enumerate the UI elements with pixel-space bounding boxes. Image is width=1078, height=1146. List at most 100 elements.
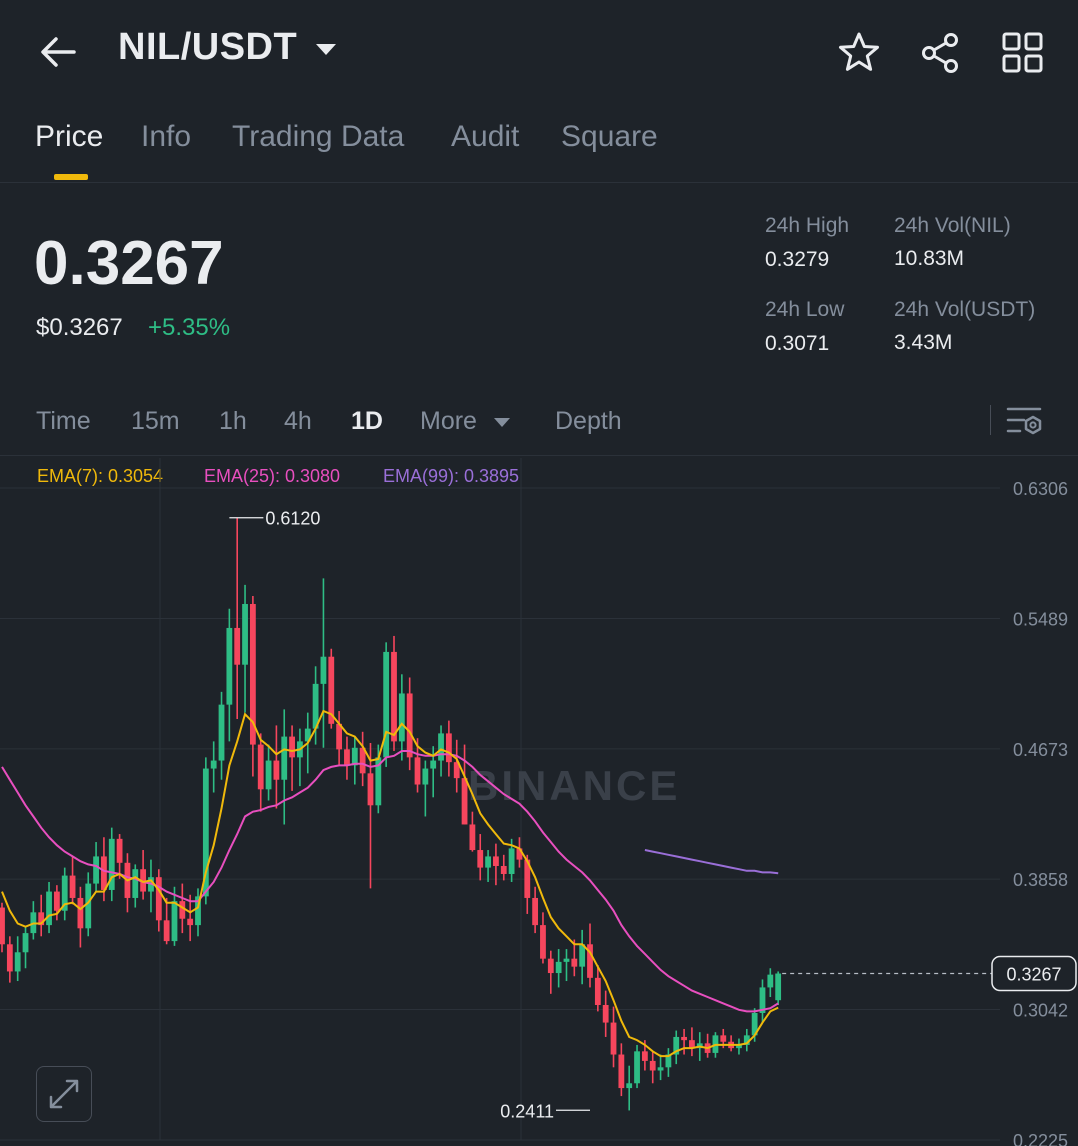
back-arrow-icon[interactable] bbox=[36, 30, 80, 74]
candle-body bbox=[218, 704, 225, 761]
candle-body bbox=[493, 856, 499, 867]
candle-body bbox=[391, 651, 397, 742]
expand-button[interactable] bbox=[36, 1066, 92, 1122]
candle-body bbox=[53, 891, 60, 911]
ema99-line bbox=[644, 849, 779, 875]
y-tick-label: 0.3042 bbox=[1013, 1000, 1068, 1020]
candle-body bbox=[242, 603, 248, 665]
candle-body bbox=[85, 883, 92, 929]
candle-body bbox=[179, 901, 186, 919]
share-icon[interactable] bbox=[918, 30, 964, 76]
candle-body bbox=[367, 773, 374, 806]
tab-trading-data[interactable]: Trading Data bbox=[232, 120, 404, 154]
pair-dropdown-icon[interactable] bbox=[316, 44, 336, 55]
current-price-label: 0.3267 bbox=[1006, 965, 1061, 985]
tab-bar: Price Info Trading Data Audit Square bbox=[0, 104, 1078, 183]
grid-icon[interactable] bbox=[1000, 30, 1046, 76]
candle-body bbox=[265, 760, 272, 790]
candle-body bbox=[657, 1067, 664, 1071]
y-tick-label: 0.6306 bbox=[1013, 479, 1068, 499]
candle-body bbox=[93, 856, 99, 884]
candle-body bbox=[571, 958, 578, 967]
vol-base-label: 24h Vol(NIL) bbox=[894, 214, 1011, 237]
low-value: 0.3071 bbox=[765, 332, 830, 355]
candle-body bbox=[69, 875, 76, 898]
candle-body bbox=[775, 973, 782, 1001]
vol-quote-value: 3.43M bbox=[894, 331, 953, 354]
candle-body bbox=[0, 907, 5, 945]
candle-body bbox=[540, 925, 546, 959]
interval-1h[interactable]: 1h bbox=[219, 407, 247, 436]
candle-body bbox=[155, 877, 162, 921]
candle-body bbox=[445, 733, 452, 763]
candle-body bbox=[132, 869, 139, 898]
top-bar: NIL/USDT bbox=[0, 0, 1078, 104]
candle-body bbox=[289, 736, 295, 758]
tab-square[interactable]: Square bbox=[561, 120, 658, 154]
candle-body bbox=[210, 760, 217, 769]
candle-body bbox=[720, 1035, 727, 1042]
candle-body bbox=[610, 1022, 617, 1055]
candle-body bbox=[532, 897, 539, 926]
divider bbox=[990, 405, 991, 435]
interval-more[interactable]: More bbox=[420, 407, 477, 436]
candle-body bbox=[563, 958, 570, 962]
tab-info[interactable]: Info bbox=[141, 120, 191, 154]
candle-body bbox=[14, 952, 21, 972]
interval-1d[interactable]: 1D bbox=[351, 407, 383, 436]
candle-body bbox=[641, 1051, 648, 1061]
candle-body bbox=[281, 736, 288, 780]
candle-body bbox=[406, 693, 413, 758]
expand-icon bbox=[49, 1079, 79, 1109]
interval-time[interactable]: Time bbox=[36, 407, 91, 436]
low-marker-label: 0.2411 bbox=[500, 1101, 554, 1121]
candle-body bbox=[187, 918, 194, 926]
candle-body bbox=[398, 693, 405, 742]
candle-body bbox=[320, 656, 327, 684]
candle-body bbox=[257, 744, 264, 790]
candle-body bbox=[634, 1051, 640, 1084]
candle-body bbox=[626, 1083, 633, 1089]
interval-15m[interactable]: 15m bbox=[131, 407, 180, 436]
candle-body bbox=[555, 961, 562, 974]
candle-body bbox=[351, 747, 358, 766]
candle-body bbox=[767, 974, 774, 988]
star-icon[interactable] bbox=[836, 30, 882, 76]
more-dropdown-icon[interactable] bbox=[494, 418, 510, 427]
high-marker-label: 0.6120 bbox=[265, 509, 320, 529]
usd-price: $0.3267 bbox=[36, 314, 123, 341]
candle-body bbox=[547, 958, 554, 974]
candle-body bbox=[171, 901, 178, 942]
candle-body bbox=[273, 760, 280, 780]
interval-bar: Time 15m 1h 4h 1D More Depth bbox=[0, 395, 1078, 456]
vol-base-value: 10.83M bbox=[894, 247, 965, 270]
tab-price[interactable]: Price bbox=[35, 120, 103, 154]
high-label: 24h High bbox=[765, 214, 850, 237]
candle-body bbox=[77, 897, 84, 929]
candle-body bbox=[594, 977, 601, 1005]
candle-body bbox=[602, 1004, 609, 1023]
candlestick-chart[interactable]: 0.6306 0.5489 0.4673 0.3858 0.3042 0.2225 BINA… bbox=[0, 458, 1078, 1146]
candle-body bbox=[414, 757, 421, 785]
tab-audit[interactable]: Audit bbox=[451, 120, 519, 154]
active-tab-indicator bbox=[54, 174, 88, 180]
last-price: 0.3267 bbox=[34, 229, 224, 298]
candle-body bbox=[6, 944, 13, 972]
interval-4h[interactable]: 4h bbox=[284, 407, 312, 436]
candle-body bbox=[101, 856, 107, 890]
y-tick-label: 0.4673 bbox=[1013, 740, 1068, 760]
interval-depth[interactable]: Depth bbox=[555, 407, 622, 436]
price-change: +5.35% bbox=[148, 314, 231, 341]
pair-title[interactable]: NIL/USDT bbox=[118, 26, 297, 69]
candle-body bbox=[649, 1060, 656, 1071]
candle-body bbox=[46, 891, 52, 926]
y-tick-label: 0.5489 bbox=[1013, 610, 1068, 630]
candle-body bbox=[163, 920, 170, 942]
candle-body bbox=[344, 749, 350, 766]
vol-quote-label: 24h Vol(USDT) bbox=[894, 298, 1036, 321]
candle-body bbox=[681, 1036, 687, 1041]
chart-settings-icon[interactable] bbox=[1006, 405, 1044, 439]
watermark: BINANCE bbox=[468, 762, 680, 809]
candle-body bbox=[500, 866, 507, 874]
candle-body bbox=[438, 733, 444, 761]
